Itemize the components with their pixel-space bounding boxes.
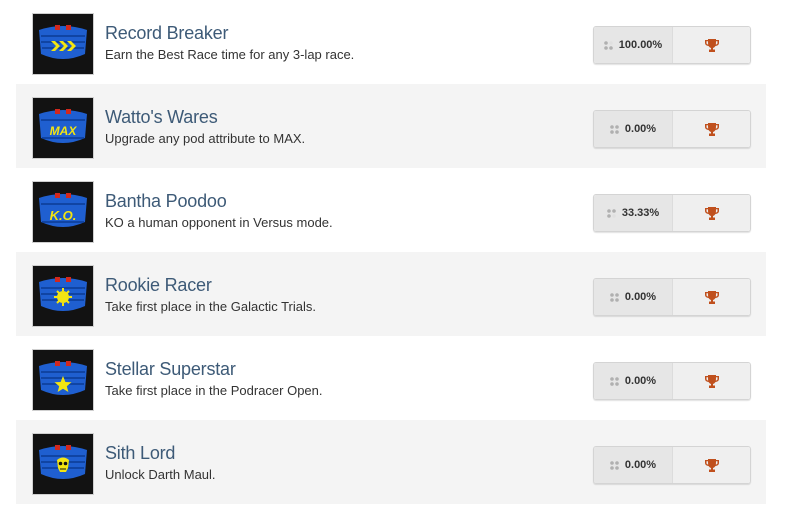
achievement-stats-button[interactable]: 33.33% (593, 194, 751, 232)
achievement-title: Watto's Wares (105, 107, 218, 127)
unlock-rate: 100.00% (594, 27, 672, 63)
trophy-icon (704, 458, 719, 472)
achievement-row: Record Breaker Earn the Best Race time f… (16, 0, 766, 84)
achievement-description: KO a human opponent in Versus mode. (105, 215, 333, 230)
trophy-button[interactable] (672, 363, 750, 399)
achievement-row: Sith Lord Unlock Darth Maul. 0.00% (16, 420, 766, 504)
achievement-stats-button[interactable]: 0.00% (593, 278, 751, 316)
achievement-title: Rookie Racer (105, 275, 212, 295)
achievement-badge (32, 433, 94, 495)
achievement-row: MAX Watto's Wares Upgrade any pod attrib… (16, 84, 766, 168)
progress-dots-icon (610, 460, 619, 470)
sunburst-icon (33, 266, 93, 326)
badge-label: K.O. (50, 208, 77, 223)
progress-dots-icon (603, 40, 613, 50)
max-icon: MAX (33, 98, 93, 158)
progress-dots-icon (610, 124, 619, 134)
star-icon (33, 350, 93, 410)
unlock-rate: 0.00% (594, 111, 672, 147)
achievement-row: Stellar Superstar Take first place in th… (16, 336, 766, 420)
trophy-icon (704, 374, 719, 388)
achievement-stats-button[interactable]: 100.00% (593, 26, 751, 64)
unlock-percent: 0.00% (624, 123, 657, 135)
trophy-icon (704, 122, 719, 136)
achievement-description: Upgrade any pod attribute to MAX. (105, 131, 306, 146)
unlock-percent: 0.00% (624, 375, 657, 387)
achievement-badge: K.O. (32, 181, 94, 243)
trophy-button[interactable] (672, 195, 750, 231)
skull-icon (33, 434, 93, 494)
trophy-icon (704, 206, 719, 220)
achievement-description: Unlock Darth Maul. (105, 467, 216, 482)
progress-dots-icon (610, 292, 619, 302)
trophy-button[interactable] (672, 279, 750, 315)
trophy-button[interactable] (672, 447, 750, 483)
unlock-rate: 0.00% (594, 363, 672, 399)
trophy-icon (704, 38, 719, 52)
unlock-rate: 33.33% (594, 195, 672, 231)
unlock-percent: 100.00% (618, 39, 663, 51)
badge-label: MAX (50, 124, 78, 138)
achievement-title: Bantha Poodoo (105, 191, 227, 211)
unlock-percent: 0.00% (624, 291, 657, 303)
achievement-title: Stellar Superstar (105, 359, 236, 379)
achievement-list: Record Breaker Earn the Best Race time f… (16, 0, 766, 507)
achievement-badge (32, 349, 94, 411)
achievement-stats-button[interactable]: 0.00% (593, 110, 751, 148)
achievement-badge (32, 265, 94, 327)
achievement-description: Take first place in the Galactic Trials. (105, 299, 316, 314)
achievement-row: Rookie Racer Take first place in the Gal… (16, 252, 766, 336)
achievement-stats-button[interactable]: 0.00% (593, 362, 751, 400)
achievement-row: K.O. Bantha Poodoo KO a human opponent i… (16, 168, 766, 252)
trophy-button[interactable] (672, 27, 750, 63)
achievement-badge (32, 13, 94, 75)
unlock-rate: 0.00% (594, 447, 672, 483)
chevrons-icon (33, 14, 93, 74)
achievement-description: Take first place in the Podracer Open. (105, 383, 323, 398)
unlock-rate: 0.00% (594, 279, 672, 315)
achievement-description: Earn the Best Race time for any 3-lap ra… (105, 47, 355, 62)
progress-dots-icon (610, 376, 619, 386)
progress-dots-icon (607, 208, 616, 218)
ko-icon: K.O. (33, 182, 93, 242)
unlock-percent: 0.00% (624, 459, 657, 471)
unlock-percent: 33.33% (621, 207, 660, 219)
achievement-title: Sith Lord (105, 443, 176, 463)
achievement-title: Record Breaker (105, 23, 229, 43)
achievement-badge: MAX (32, 97, 94, 159)
trophy-icon (704, 290, 719, 304)
achievement-stats-button[interactable]: 0.00% (593, 446, 751, 484)
trophy-button[interactable] (672, 111, 750, 147)
